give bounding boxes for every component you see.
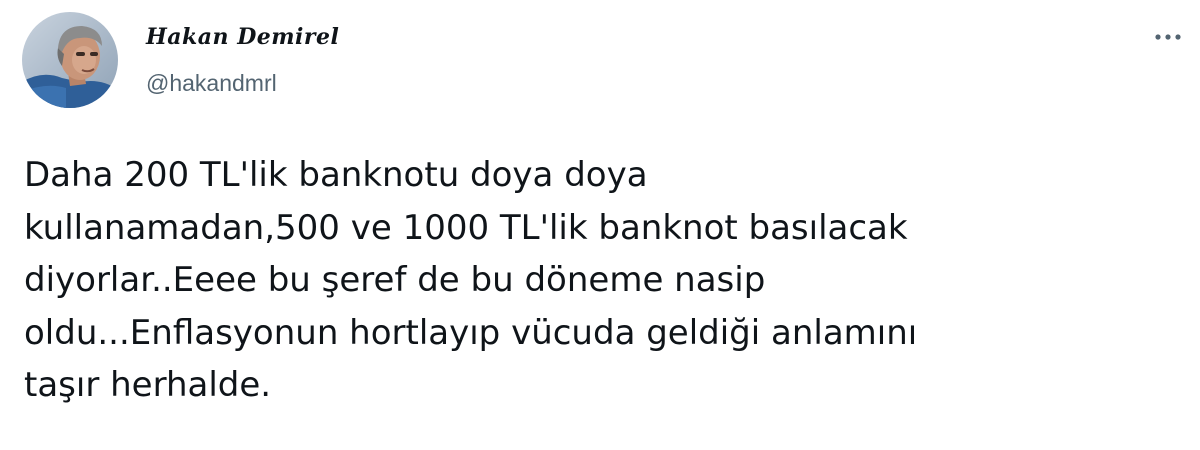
more-options-button[interactable] bbox=[1148, 22, 1188, 52]
more-horizontal-icon bbox=[1155, 34, 1181, 40]
tweet-text-line: Daha 200 TL'lik banknotu doya doya bbox=[24, 155, 648, 195]
tweet-card: Hakan Demirel @hakandmrl Daha 200 TL'lik… bbox=[0, 0, 1200, 450]
tweet-text-line: diyorlar..Eeee bu şeref de bu döneme nas… bbox=[24, 260, 766, 300]
tweet-text-line: taşır herhalde. bbox=[24, 365, 272, 405]
author-avatar[interactable] bbox=[22, 12, 118, 108]
author-display-name[interactable]: Hakan Demirel bbox=[146, 24, 339, 50]
tweet-text-line: kullanamadan,500 ve 1000 TL'lik banknot … bbox=[24, 207, 908, 248]
profile-photo-icon bbox=[22, 12, 118, 108]
author-handle[interactable]: @hakandmrl bbox=[146, 70, 277, 97]
tweet-text-line: oldu...Enflasyonun hortlayıp vücuda geld… bbox=[24, 312, 918, 353]
tweet-text: Daha 200 TL'lik banknotu doya doya kulla… bbox=[24, 149, 1174, 412]
